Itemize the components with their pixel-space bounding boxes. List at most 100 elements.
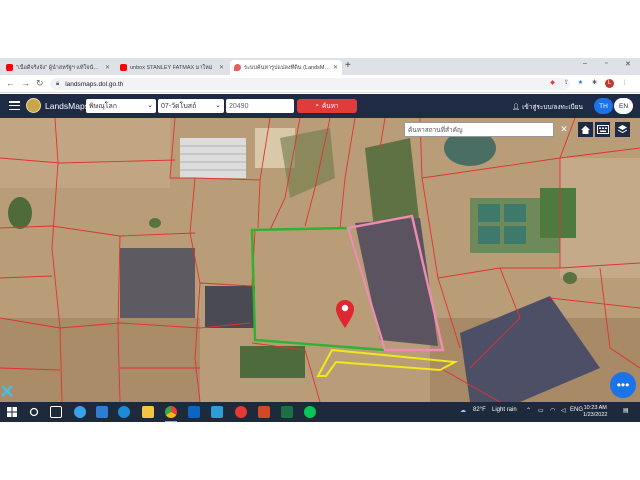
minimize-button[interactable]: – [583,60,587,67]
close-tab-icon[interactable]: ✕ [333,64,338,71]
chrome-icon[interactable] [165,406,177,418]
browser-tab-1[interactable]: "เนื้อดีจริงจัง" ผู้นำสหรัฐฯ แท้ใจนักการ… [2,60,114,75]
landsmaps-logo [26,98,41,113]
field-area [0,318,200,402]
parcel-number-value: 20490 [229,102,249,110]
url-field[interactable]: 🔒︎ landsmaps.dol.go.th [50,78,570,90]
close-tab-icon[interactable]: ✕ [105,64,110,71]
file-explorer-icon[interactable] [142,406,154,418]
back-arrow-icon[interactable]: ← [6,78,15,88]
screen: "เนื้อดีจริงจัง" ผู้นำสหรัฐฯ แท้ใจนักการ… [0,0,640,480]
weather-text[interactable]: Light rain [492,407,517,413]
brand-name: LandsMaps [45,101,89,111]
province-value: พิษณุโลก [89,102,118,110]
browser-menu-icon[interactable]: ⋮ [620,79,629,88]
search-button-label: ค้นหา [321,103,339,110]
browser-tab-strip: "เนื้อดีจริงจัง" ผู้นำสหรัฐฯ แท้ใจนักการ… [0,58,640,75]
input-language[interactable]: ENG [570,407,583,413]
excel-icon[interactable] [281,406,293,418]
clear-search-button[interactable]: ✕ [557,122,571,137]
lang-en-button[interactable]: EN [614,98,633,114]
tab-title: ระบบค้นหารูปแปลงที่ดิน (LandsMaps) [244,64,330,71]
photos-icon[interactable] [211,406,223,418]
network-icon[interactable]: ▭ [538,407,544,414]
chrome-active-indicator [165,421,177,422]
windows-start-icon[interactable] [6,406,18,418]
tab-title: "เนื้อดีจริงจัง" ผู้นำสหรัฐฯ แท้ใจนักการ [16,64,102,71]
maximize-button[interactable]: ▫ [605,60,607,67]
wifi-icon[interactable]: ◠ [550,407,555,414]
green-field [240,346,305,378]
landsmaps-icon [234,64,241,71]
close-window-button[interactable]: ✕ [625,60,631,68]
search-icon[interactable] [28,406,40,418]
extension-icon[interactable]: ◆ [548,79,557,88]
district-select[interactable]: 07-วัดโบสถ์ ⌄ [158,99,224,113]
browser-tab-3[interactable]: ระบบค้นหารูปแปลงที่ดิน (LandsMaps) ✕ [230,60,342,75]
task-view-icon[interactable] [50,406,62,418]
lock-icon: 🔒︎ [56,80,60,87]
bookmark-star-icon[interactable]: ★ [576,79,585,88]
forward-arrow-icon[interactable]: → [21,78,30,88]
clock-date: 1/23/2022 [583,412,608,418]
profile-avatar[interactable]: L [605,79,614,88]
fish-pond [504,204,526,222]
layers-button[interactable] [615,122,630,137]
user-icon: 👤︎ [512,104,523,111]
word-icon[interactable] [188,406,200,418]
keyboard-button[interactable] [595,122,610,137]
plowed-field [205,286,255,328]
layers-icon [617,125,628,134]
reload-icon[interactable]: ↻ [36,78,44,88]
chevron-up-icon[interactable]: ⌃ [526,407,531,414]
opera-icon[interactable] [235,406,247,418]
green-field [540,188,576,238]
mail-icon[interactable] [96,406,108,418]
system-clock[interactable]: 10:23 AM 1/23/2022 [583,405,607,419]
new-tab-button[interactable]: + [345,61,351,71]
more-dots-icon: ••• [616,378,630,392]
fish-pond [478,204,500,222]
clock-time: 10:23 AM [583,405,607,411]
place-search-input[interactable]: ค้นหาสถานที่สำคัญ [404,122,554,137]
tree-cluster [8,197,32,229]
search-button[interactable]: ⌕ ค้นหา [297,99,357,113]
home-icon [581,125,590,134]
app-header: LandsMaps พิษณุโลก ⌄ 07-วัดโบสถ์ ⌄ 20490… [0,94,640,118]
measure-tool-icon[interactable] [0,384,14,398]
tree-cluster [149,218,161,228]
weather-icon: ☁︎ [460,408,466,414]
plowed-field [120,248,195,318]
more-options-button[interactable]: ••• [610,372,636,398]
url-text: landsmaps.dol.go.th [65,80,124,88]
menu-icon[interactable] [9,101,20,110]
province-select[interactable]: พิษณุโลก ⌄ [86,99,156,113]
greenhouse-building [180,138,246,178]
district-value: 07-วัดโบสถ์ [161,102,197,110]
keyboard-icon [596,125,609,134]
extensions-puzzle-icon[interactable]: ✱ [590,79,599,88]
fish-pond [504,226,526,244]
tree-cluster [563,272,577,284]
powerpoint-icon[interactable] [258,406,270,418]
youtube-icon [6,64,13,71]
map-view[interactable] [0,118,640,402]
login-link[interactable]: 👤︎ เข้าสู่ระบบ/ลงทะเบียน [512,102,583,112]
widgets-icon[interactable] [74,406,86,418]
browser-tab-2[interactable]: unbox STANLEY FATMAX มาใหม่ ✕ [116,60,228,75]
share-icon[interactable]: ⇪ [562,79,571,88]
fish-pond [478,226,500,244]
windows-taskbar: ☁︎ 82°F Light rain ⌃ ▭ ◠ ◁ ENG 10:23 AM … [0,402,640,422]
volume-icon[interactable]: ◁ [561,407,566,414]
line-icon[interactable] [304,406,316,418]
login-label: เข้าสู่ระบบ/ลงทะเบียน [522,104,583,111]
home-button[interactable] [578,122,593,137]
notifications-icon[interactable]: ▤ [623,407,629,414]
satellite-map [0,118,640,402]
close-tab-icon[interactable]: ✕ [219,64,224,71]
lang-th-button[interactable]: TH [594,98,613,114]
parcel-number-input[interactable]: 20490 [226,99,294,113]
edge-icon[interactable] [118,406,130,418]
search-icon: ⌕ [315,102,319,109]
weather-temp[interactable]: 82°F [473,407,486,413]
